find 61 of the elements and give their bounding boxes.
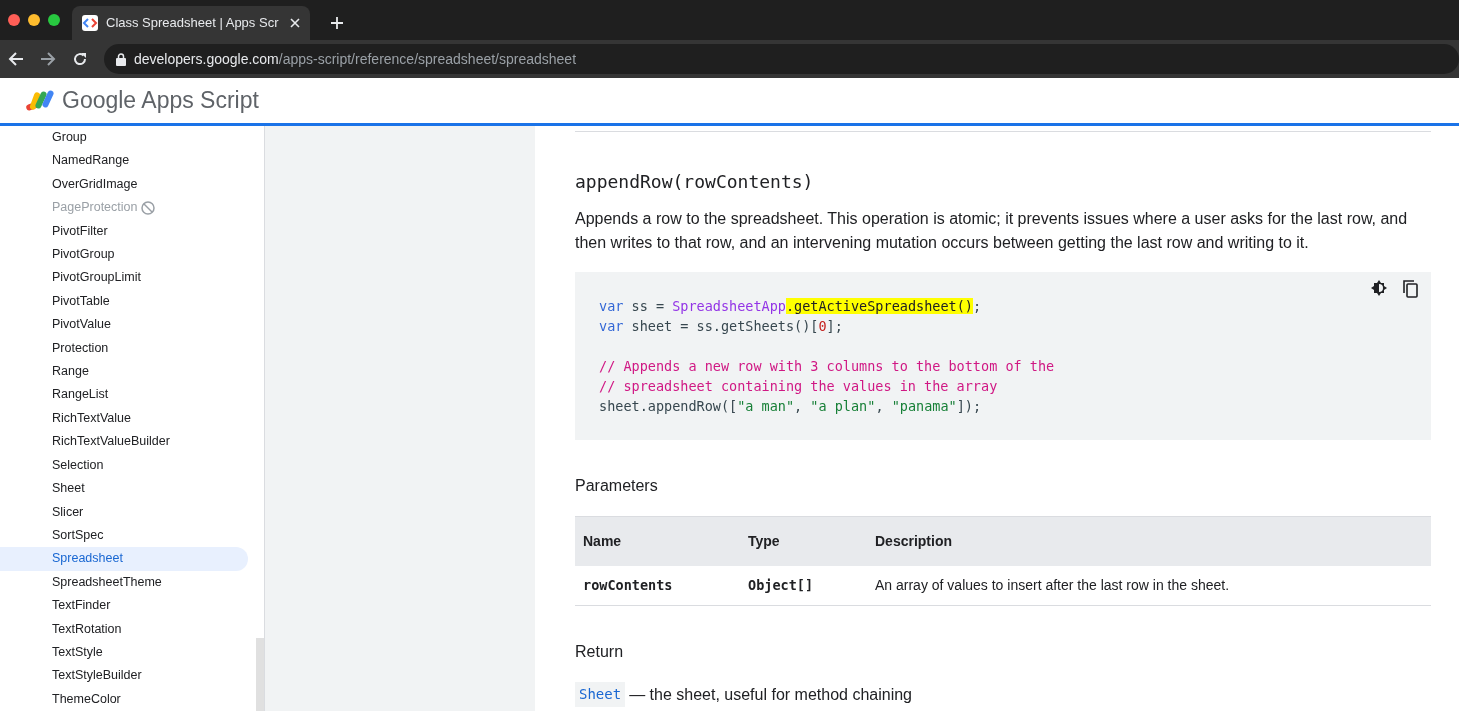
method-signature: appendRow(rowContents) xyxy=(575,170,815,194)
table-cell: An array of values to insert after the last row in the sheet. xyxy=(867,566,1431,606)
sidebar-item[interactable]: TextFinder xyxy=(0,594,117,618)
sidebar-item[interactable]: Sheet xyxy=(0,477,91,501)
sidebar-item[interactable]: TextRotation xyxy=(0,617,128,641)
sidebar-item[interactable]: TextStyle xyxy=(0,640,109,665)
sidebar-item[interactable]: PivotValue xyxy=(0,313,117,337)
colorful-logo-icon xyxy=(24,88,54,113)
browser-tab[interactable]: Class Spreadsheet | Apps Scr xyxy=(72,6,310,40)
sidebar-item[interactable]: NamedRange xyxy=(0,149,136,173)
section-heading: Parameters xyxy=(575,476,659,496)
theme-toggle-icon[interactable] xyxy=(1371,280,1387,296)
sidebar-item[interactable]: RangeList xyxy=(0,383,115,407)
prohibited-icon xyxy=(141,200,156,215)
maximize-window-button[interactable] xyxy=(48,14,60,26)
section-heading: Return xyxy=(575,642,625,662)
code-line: // Appends a new row with 3 columns to the bottom of the xyxy=(599,357,1056,376)
code-line: sheet.appendRow(["a man", "a plan", "panama"]); xyxy=(599,397,983,416)
sidebar-item[interactable]: TextStyleBuilder xyxy=(0,664,148,688)
minimize-window-button[interactable] xyxy=(28,14,40,26)
code-line: // spreadsheet containing the values in the array xyxy=(599,377,999,396)
scrollbar-thumb[interactable] xyxy=(256,638,264,711)
sidebar-item[interactable]: Slicer xyxy=(0,500,90,524)
sidebar-item[interactable]: Spreadsheet xyxy=(0,547,248,571)
close-icon[interactable] xyxy=(290,18,300,28)
column-header: Name xyxy=(575,516,740,566)
sidebar-item[interactable]: Group xyxy=(0,126,93,150)
sidebar-item[interactable]: Range xyxy=(0,360,95,384)
sidebar-item[interactable]: PivotFilter xyxy=(0,219,114,244)
close-window-button[interactable] xyxy=(8,14,20,26)
site-title[interactable]: Google Apps Script xyxy=(62,83,259,118)
sidebar-item[interactable]: PivotTable xyxy=(0,289,116,314)
code-line: var ss = SpreadsheetApp.getActiveSpreadsheet(); xyxy=(599,297,983,316)
column-header: Type xyxy=(740,516,867,566)
code-brackets-icon xyxy=(82,15,98,31)
column-header: Description xyxy=(867,516,1431,566)
table-cell: rowContents xyxy=(575,566,740,606)
sidebar-item[interactable]: Protection xyxy=(0,336,115,361)
sidebar-item[interactable]: OverGridImage xyxy=(0,172,144,197)
code-line: var sheet = ss.getSheets()[0]; xyxy=(599,317,844,336)
sidebar-item[interactable]: ThemeColor xyxy=(0,687,127,711)
forward-arrow-icon[interactable] xyxy=(40,51,56,67)
new-tab-icon[interactable] xyxy=(330,16,344,30)
sidebar-item[interactable]: SpreadsheetTheme xyxy=(0,570,168,595)
lock-icon xyxy=(116,52,126,66)
sidebar-item[interactable]: RichTextValueBuilder xyxy=(0,430,176,454)
reload-icon[interactable] xyxy=(72,51,88,67)
sidebar-item[interactable]: PivotGroup xyxy=(0,243,121,267)
table-cell: Object[] xyxy=(740,566,867,606)
tab-title: Class Spreadsheet | Apps Scr xyxy=(106,14,280,33)
sidebar-item[interactable]: PivotGroupLimit xyxy=(0,266,147,290)
return-description: — the sheet, useful for method chaining xyxy=(629,684,912,705)
method-description: Appends a row to the spreadsheet. This operation is atomic; it prevents issues where a user asks for the last row, and then writes to that row, and an intervening mutation occurs between getting the last row and writing to it. xyxy=(575,209,1409,253)
back-arrow-icon[interactable] xyxy=(8,51,24,67)
sidebar-item[interactable]: RichTextValue xyxy=(0,406,137,431)
copy-icon[interactable] xyxy=(1403,280,1419,298)
url-text: developers.google.com/apps-script/reference/spreadsheet/spreadsheet xyxy=(134,49,577,69)
sidebar-item[interactable]: SortSpec xyxy=(0,523,110,548)
type-link[interactable]: Sheet xyxy=(575,682,626,707)
address-bar[interactable]: developers.google.com/apps-script/reference/spreadsheet/spreadsheet xyxy=(104,44,1459,74)
sidebar-item[interactable]: Selection xyxy=(0,453,110,478)
